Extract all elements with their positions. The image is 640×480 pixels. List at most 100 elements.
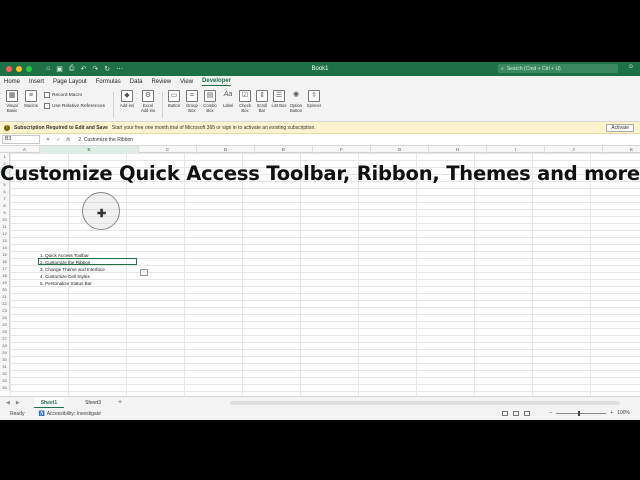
account-icon[interactable]: ☺ [628, 64, 634, 70]
label-control[interactable]: Aa Label [220, 90, 236, 108]
column-header-i[interactable]: I [487, 146, 545, 153]
tab-developer[interactable]: Developer [202, 78, 232, 86]
cancel-icon[interactable]: ✕ [46, 137, 50, 143]
row-header-22[interactable]: 22 [0, 300, 9, 307]
paste-options-icon[interactable] [140, 269, 148, 276]
row-header-18[interactable]: 18 [0, 272, 9, 279]
row-header-31[interactable]: 31 [0, 363, 9, 370]
zoom-in-icon[interactable]: + [610, 410, 613, 416]
cell-b6[interactable]: 5. Personalize Status Bar [40, 281, 92, 286]
print-icon[interactable]: ⎙ [69, 65, 75, 73]
row-header-33[interactable]: 33 [0, 377, 9, 384]
row-header-20[interactable]: 20 [0, 286, 9, 293]
row-header-1[interactable]: 1 [0, 153, 9, 160]
spinner-control[interactable]: ⇳ Spinner [306, 90, 322, 108]
column-header-b[interactable]: B [40, 146, 139, 153]
column-header-a[interactable]: A [10, 146, 40, 153]
accessibility-status[interactable]: ♿ Accessibility: Investigate [38, 411, 100, 417]
next-sheet-icon[interactable]: ▶ [16, 400, 20, 406]
column-header-k[interactable]: K [603, 146, 640, 153]
option-button-control[interactable]: ◉ Option Button [288, 90, 304, 113]
sheet-tab-sheet3[interactable]: Sheet3 [78, 398, 108, 408]
scroll-bar-control[interactable]: ⇕ Scroll Bar [254, 90, 270, 113]
sheet-tab-sheet1[interactable]: Sheet1 [33, 397, 65, 408]
row-header-21[interactable]: 21 [0, 293, 9, 300]
fx-label[interactable]: fx [66, 137, 70, 143]
cell-b5[interactable]: 4. Customize Cell Styles [40, 274, 90, 279]
horizontal-scrollbar[interactable] [230, 401, 620, 405]
combo-box-control[interactable]: ▤ Combo Box [202, 90, 218, 113]
column-header-c[interactable]: C [139, 146, 197, 153]
row-header-24[interactable]: 24 [0, 314, 9, 321]
cell-b3[interactable]: 2. Customize the Ribbon [40, 260, 90, 265]
row-header-32[interactable]: 32 [0, 370, 9, 377]
zoom-slider[interactable] [556, 410, 607, 416]
minimize-window-button[interactable] [16, 66, 22, 72]
record-macro-button[interactable]: Record Macro [44, 92, 82, 98]
formula-input[interactable]: 2. Customize the Ribbon [78, 137, 133, 143]
row-header-23[interactable]: 23 [0, 307, 9, 314]
prev-sheet-icon[interactable]: ◀ [6, 400, 10, 406]
row-header-8[interactable]: 8 [0, 202, 9, 209]
zoom-knob[interactable] [578, 410, 581, 416]
group-box-control[interactable]: ⌗ Group Box [184, 90, 200, 113]
row-header-28[interactable]: 28 [0, 342, 9, 349]
row-header-34[interactable]: 34 [0, 384, 9, 391]
confirm-icon[interactable]: ✓ [56, 137, 60, 143]
row-header-16[interactable]: 16 [0, 258, 9, 265]
column-header-d[interactable]: D [197, 146, 255, 153]
use-relative-references-button[interactable]: Use Relative References [44, 103, 105, 109]
row-header-19[interactable]: 19 [0, 279, 9, 286]
tab-page-layout[interactable]: Page Layout [53, 79, 87, 86]
add-sheet-icon[interactable]: + [118, 399, 122, 406]
row-header-11[interactable]: 11 [0, 223, 9, 230]
excel-add-ins-button[interactable]: ⚙ Excel Add-ins [139, 90, 157, 113]
row-header-30[interactable]: 30 [0, 356, 9, 363]
name-box[interactable]: B3 [2, 135, 40, 144]
column-header-h[interactable]: H [429, 146, 487, 153]
more-icon[interactable]: ⋯ [116, 65, 123, 73]
row-header-29[interactable]: 29 [0, 349, 9, 356]
undo-icon[interactable]: ↶ [80, 65, 86, 73]
list-box-control[interactable]: ☰ List Box [271, 90, 287, 108]
row-header-17[interactable]: 17 [0, 265, 9, 272]
search-input[interactable]: ⌕ Search (Cmd + Ctrl + U) [498, 64, 618, 73]
page-layout-view-icon[interactable] [513, 411, 519, 416]
cell-b4[interactable]: 3. Change Theme and Interface [40, 267, 105, 272]
normal-view-icon[interactable] [502, 411, 508, 416]
zoom-out-icon[interactable]: − [549, 410, 552, 416]
row-header-7[interactable]: 7 [0, 195, 9, 202]
row-header-14[interactable]: 14 [0, 244, 9, 251]
row-header-15[interactable]: 15 [0, 251, 9, 258]
check-box-control[interactable]: ☑ Check Box [237, 90, 253, 113]
column-header-g[interactable]: G [371, 146, 429, 153]
row-header-27[interactable]: 27 [0, 335, 9, 342]
visual-basic-button[interactable]: ▦ Visual Basic [4, 90, 20, 113]
column-header-e[interactable]: E [255, 146, 313, 153]
tab-data[interactable]: Data [130, 79, 143, 86]
redo-icon[interactable]: ↷ [92, 65, 98, 73]
row-header-13[interactable]: 13 [0, 237, 9, 244]
save-icon[interactable]: ▣ [56, 65, 63, 73]
tab-insert[interactable]: Insert [29, 79, 44, 86]
button-control[interactable]: ▭ Button [166, 90, 182, 108]
row-header-12[interactable]: 12 [0, 230, 9, 237]
activate-button[interactable]: Activate [606, 124, 634, 132]
tab-home[interactable]: Home [4, 79, 20, 86]
add-ins-button[interactable]: ◆ Add-ins [118, 90, 136, 108]
home-icon[interactable]: ⌂ [46, 65, 50, 73]
row-header-6[interactable]: 6 [0, 188, 9, 195]
refresh-icon[interactable]: ↻ [104, 65, 110, 73]
tab-review[interactable]: Review [151, 79, 171, 86]
macros-button[interactable]: ≡ Macros [23, 90, 39, 108]
page-break-view-icon[interactable] [524, 411, 530, 416]
tab-view[interactable]: View [180, 79, 193, 86]
row-header-10[interactable]: 10 [0, 216, 9, 223]
close-window-button[interactable] [6, 66, 12, 72]
row-header-26[interactable]: 26 [0, 328, 9, 335]
tab-formulas[interactable]: Formulas [96, 79, 121, 86]
column-header-f[interactable]: F [313, 146, 371, 153]
maximize-window-button[interactable] [26, 66, 32, 72]
column-header-j[interactable]: J [545, 146, 603, 153]
cells-area[interactable] [10, 153, 640, 396]
